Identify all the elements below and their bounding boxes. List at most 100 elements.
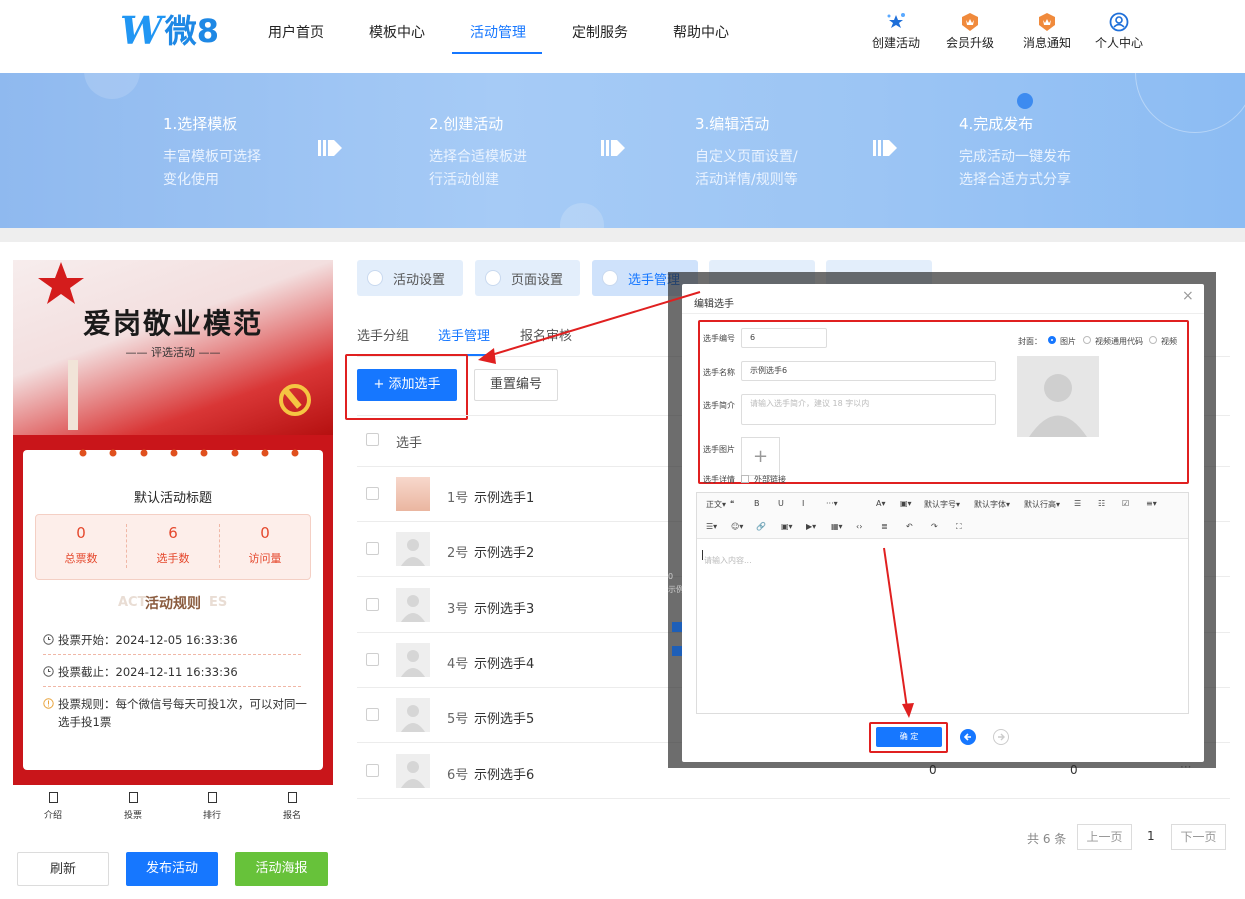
create-activity-action[interactable]: 创建活动 [868, 12, 924, 51]
player-avatar [396, 698, 430, 733]
subtab-signup-review[interactable]: 报名审核 [520, 325, 572, 344]
player-number: 3号 [447, 601, 469, 617]
notifications-action[interactable]: 消息通知 [1021, 12, 1073, 51]
cover-radio-video-code[interactable] [1083, 336, 1091, 344]
row-checkbox[interactable] [366, 487, 379, 500]
editor-tool[interactable]: 默认字体▾ [974, 499, 1010, 510]
editor-tool[interactable]: ▣▾ [781, 522, 793, 531]
modal-title: 编辑选手 [694, 299, 734, 310]
card-ring-dot [79, 443, 87, 457]
player-name: 示例选手2 [474, 546, 535, 562]
editor-tool[interactable]: ▶▾ [806, 522, 816, 531]
highlight-add-button [345, 354, 468, 420]
row-checkbox[interactable] [366, 597, 379, 611]
step-3-title: 3.编辑活动 [695, 115, 770, 133]
editor-tool[interactable]: ▦▾ [831, 522, 843, 531]
editor-tool[interactable]: I [802, 499, 804, 508]
player-number-input[interactable]: 6 [741, 328, 827, 348]
row-checkbox[interactable] [366, 542, 379, 556]
editor-tool[interactable]: B [754, 499, 760, 508]
poster-button[interactable]: 活动海报 [235, 852, 328, 886]
editor-tool[interactable]: ❝ [730, 499, 734, 508]
clock-icon [43, 634, 54, 645]
select-all-checkbox[interactable] [366, 433, 379, 446]
editor-tool[interactable]: ⛶ [956, 522, 962, 532]
nav-custom-service[interactable]: 定制服务 [572, 22, 628, 42]
preview-nav-rank[interactable]: 排行 [192, 792, 232, 821]
next-page-button[interactable]: 下一页 [1171, 824, 1226, 850]
editor-tool[interactable]: ☑ [1122, 499, 1129, 508]
user-center-label: 个人中心 [1094, 36, 1143, 50]
editor-tool[interactable]: ☺▾ [731, 522, 743, 531]
nav-home[interactable]: 用户首页 [268, 22, 324, 42]
avatar-placeholder-icon [1017, 356, 1099, 437]
hammer-sickle-icon [279, 384, 311, 416]
row-checkbox[interactable] [366, 708, 379, 722]
modal-close-icon[interactable]: × [1182, 288, 1194, 304]
external-link-checkbox[interactable] [741, 475, 749, 483]
subtab-players[interactable]: 选手管理 [438, 325, 490, 344]
nav-help[interactable]: 帮助中心 [673, 22, 729, 42]
forward-arrow-icon[interactable] [993, 729, 1009, 745]
tab-page-settings[interactable]: 页面设置 [475, 260, 580, 296]
member-upgrade-action[interactable]: 会员升级 [944, 12, 996, 51]
user-center-action[interactable]: 个人中心 [1094, 12, 1144, 51]
preview-nav-signup[interactable]: 报名 [272, 792, 312, 821]
monument-decoration [68, 360, 78, 430]
card-ring-dot [109, 443, 117, 457]
editor-tool[interactable]: ☷ [1098, 499, 1105, 508]
publish-button[interactable]: 发布活动 [126, 852, 218, 886]
editor-tool[interactable]: ≣ [881, 522, 888, 531]
player-avatar [396, 753, 430, 788]
preview-nav-intro[interactable]: 介绍 [33, 792, 73, 821]
current-page[interactable]: 1 [1147, 829, 1155, 843]
poster-title: 爱岗敬业模范 [82, 307, 263, 340]
prev-page-button[interactable]: 上一页 [1077, 824, 1132, 850]
user-circle-icon [1109, 12, 1129, 32]
player-name: 示例选手6 [474, 767, 535, 783]
image-upload-button[interactable]: + [741, 437, 780, 476]
back-arrow-icon[interactable] [960, 729, 976, 745]
step-arrow-icon [873, 140, 897, 156]
editor-tool[interactable]: ···▾ [826, 499, 838, 508]
member-upgrade-label: 会员升级 [945, 36, 994, 50]
editor-tool[interactable]: 默认行高▾ [1024, 499, 1060, 510]
tab-activity-settings[interactable]: 活动设置 [357, 260, 463, 296]
card-ring-dot [231, 443, 239, 457]
detail-label: 选手详情 [703, 475, 735, 484]
preview-nav-vote[interactable]: 投票 [113, 792, 153, 821]
step-4-desc: 完成活动一键发布 选择合适方式分享 [959, 149, 1071, 188]
poster-subtitle: —— 评选活动 —— [125, 346, 221, 359]
player-name-input[interactable]: 示例选手6 [741, 361, 996, 381]
editor-tool[interactable]: ☰ [1074, 499, 1081, 508]
nav-templates[interactable]: 模板中心 [369, 22, 425, 42]
player-number: 5号 [447, 712, 469, 728]
step-3-desc: 自定义页面设置/活动详情/规则等 [695, 149, 798, 188]
reset-number-button[interactable]: 重置编号 [474, 369, 558, 401]
editor-tool[interactable]: ≡▾ [1146, 499, 1157, 508]
editor-tool[interactable]: ↷ [931, 522, 938, 531]
table-row-divider [357, 797, 1230, 799]
row-checkbox[interactable] [366, 652, 379, 666]
editor-tool[interactable]: 默认字号▾ [924, 499, 960, 510]
editor-tool[interactable]: ‹› [856, 522, 862, 531]
cover-radio-video[interactable] [1149, 336, 1157, 344]
name-label: 选手名称 [703, 368, 735, 377]
nav-activity-management[interactable]: 活动管理 [470, 22, 526, 42]
logo[interactable]: W 微8 [120, 12, 219, 51]
cover-label: 封面： [1018, 337, 1042, 346]
card-ring-dot [200, 443, 208, 457]
refresh-button[interactable]: 刷新 [17, 852, 109, 886]
editor-tool[interactable]: 正文▾ [706, 499, 726, 510]
editor-tool[interactable]: 🔗 [756, 522, 766, 531]
editor-tool[interactable]: ↶ [906, 522, 913, 531]
editor-tool[interactable]: ☰▾ [706, 522, 717, 531]
editor-tool[interactable]: A▾ [876, 499, 886, 508]
player-name: 示例选手1 [474, 491, 535, 506]
subtab-player-groups[interactable]: 选手分组 [357, 325, 409, 344]
editor-tool[interactable]: U [778, 499, 784, 508]
row-checkbox[interactable] [366, 763, 379, 777]
player-intro-textarea[interactable]: 请输入选手简介，建议 18 字以内 [741, 394, 996, 425]
cover-radio-image[interactable] [1048, 336, 1056, 344]
editor-tool[interactable]: ▣▾ [900, 499, 912, 508]
